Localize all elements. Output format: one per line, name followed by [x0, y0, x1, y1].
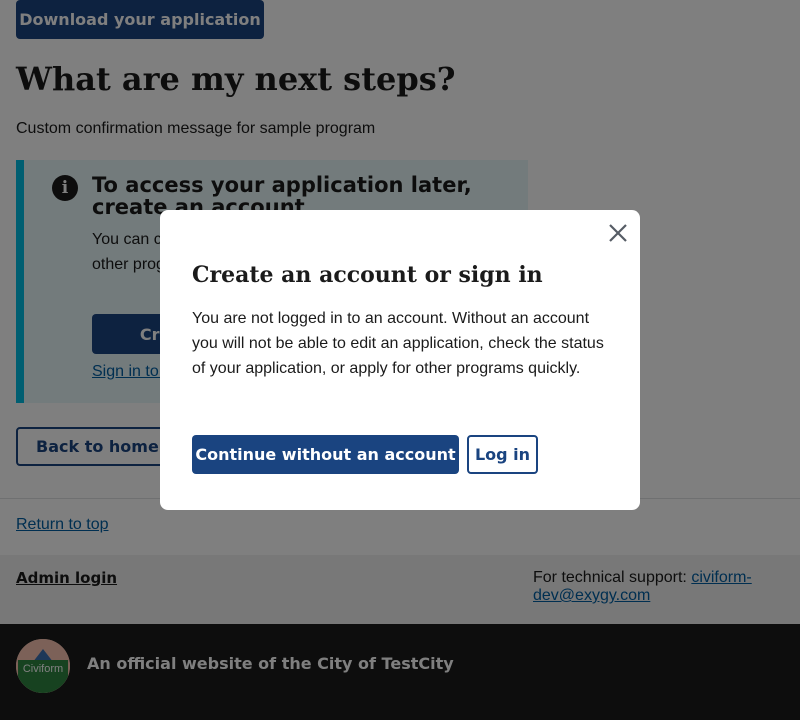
continue-without-account-button[interactable]: Continue without an account: [192, 435, 459, 474]
close-icon[interactable]: [606, 221, 630, 245]
log-in-button[interactable]: Log in: [467, 435, 538, 474]
modal-body: You are not logged in to an account. Wit…: [192, 310, 604, 377]
modal-title: Create an account or sign in: [192, 262, 543, 288]
login-prompt-modal: Create an account or sign in You are not…: [160, 210, 640, 510]
